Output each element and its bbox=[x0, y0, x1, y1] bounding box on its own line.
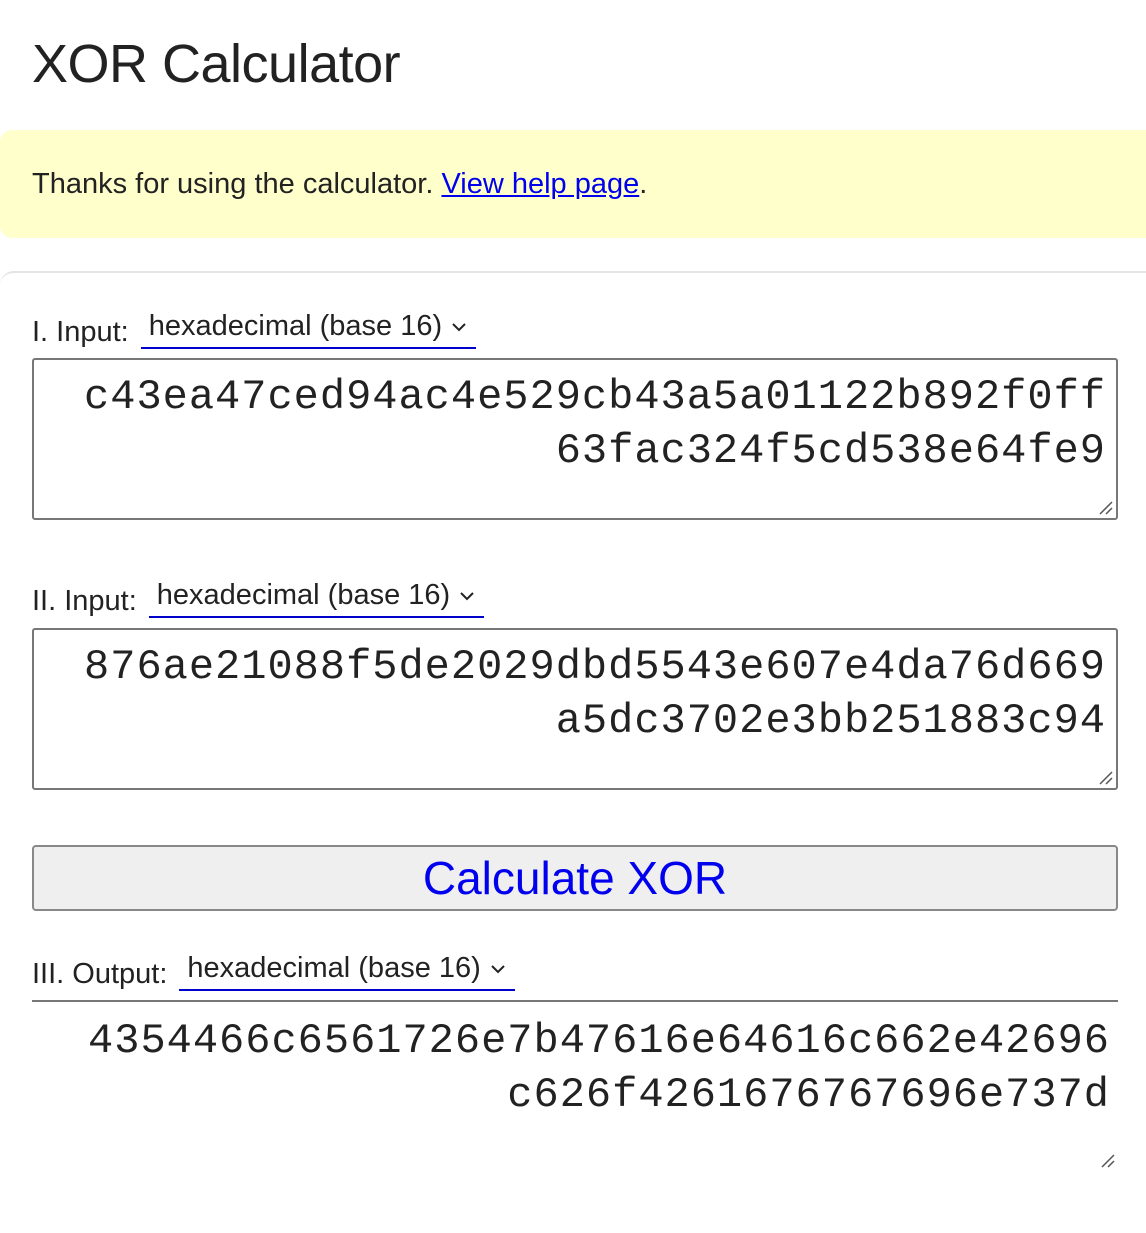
output-textarea[interactable]: 4354466c6561726e7b47616e64616c662e42696c… bbox=[32, 1000, 1118, 1189]
resize-grip-icon[interactable] bbox=[1096, 498, 1114, 516]
page-title: XOR Calculator bbox=[32, 34, 401, 94]
resize-grip-icon[interactable] bbox=[1098, 1151, 1116, 1169]
input2-label: II. Input: bbox=[32, 585, 137, 617]
input1-label: I. Input: bbox=[32, 316, 129, 348]
help-link[interactable]: View help page bbox=[441, 168, 639, 200]
input2-base-select[interactable]: hexadecimal (base 16) bbox=[148, 579, 485, 618]
notice-text: Thanks for using the calculator. bbox=[32, 168, 442, 200]
input2-row: II. Input: hexadecimal (base 16) bbox=[32, 579, 485, 618]
input1-value: c43ea47ced94ac4e529cb43a5a01122b892f0ff6… bbox=[84, 373, 1106, 475]
output-base-value: hexadecimal (base 16) bbox=[187, 952, 481, 984]
output-row: III. Output: hexadecimal (base 16) bbox=[32, 952, 515, 991]
output-value: 4354466c6561726e7b47616e64616c662e42696c… bbox=[88, 1017, 1110, 1119]
notice-period: . bbox=[639, 168, 648, 200]
input2-textarea[interactable]: 876ae21088f5de2029dbd5543e607e4da76d669a… bbox=[32, 628, 1118, 790]
resize-grip-icon[interactable] bbox=[1096, 768, 1114, 786]
chevron-down-icon bbox=[460, 591, 474, 600]
input1-base-value: hexadecimal (base 16) bbox=[148, 310, 443, 342]
input1-row: I. Input: hexadecimal (base 16) bbox=[32, 310, 477, 349]
calculate-xor-button[interactable]: Calculate XOR bbox=[32, 845, 1118, 911]
chevron-down-icon bbox=[452, 322, 466, 331]
notice-banner: Thanks for using the calculator. View he… bbox=[0, 130, 1146, 238]
input2-base-value: hexadecimal (base 16) bbox=[156, 579, 451, 611]
input2-value: 876ae21088f5de2029dbd5543e607e4da76d669a… bbox=[84, 643, 1106, 745]
input1-base-select[interactable]: hexadecimal (base 16) bbox=[140, 310, 477, 349]
output-base-select[interactable]: hexadecimal (base 16) bbox=[179, 952, 515, 991]
chevron-down-icon bbox=[491, 964, 505, 973]
input1-textarea[interactable]: c43ea47ced94ac4e529cb43a5a01122b892f0ff6… bbox=[32, 358, 1118, 520]
output-label: III. Output: bbox=[32, 958, 168, 990]
